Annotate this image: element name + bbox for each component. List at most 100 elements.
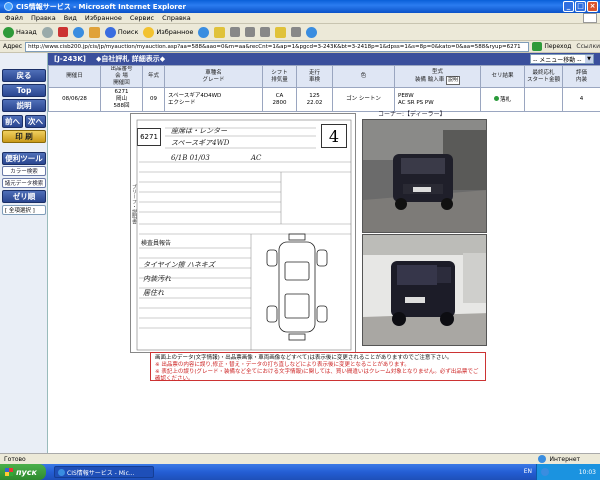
venue: 岡山: [115, 96, 127, 102]
auction-sheet-image[interactable]: 6271 4 座席は・レンター スペースギア4WD 6/1B 01/03 AC …: [130, 113, 356, 353]
chevron-down-icon: ▼: [585, 55, 593, 63]
toolbar: Назад Поиск Избранное: [0, 24, 600, 41]
mail-button[interactable]: [214, 26, 226, 38]
title-bar: CIS情報サービス - Microsoft Internet Explorer …: [0, 0, 600, 13]
menu-favorites[interactable]: Избранное: [85, 14, 122, 22]
start-button[interactable]: пуск: [0, 464, 46, 480]
address-bar: Адрес http://www.cisb200.jp/cis/jp/myauc…: [0, 41, 600, 53]
messenger-button[interactable]: [291, 27, 302, 37]
research-button[interactable]: [306, 26, 318, 38]
go-label: Переход: [544, 43, 572, 50]
notice-line-1: 画面上のデータ(文字情報)・出品票画像・車両画像などすべて)は表示後に変更される…: [155, 355, 453, 361]
forward-button[interactable]: [41, 26, 53, 38]
language-indicator[interactable]: EN: [524, 468, 532, 475]
tools-button[interactable]: 便利ツール: [2, 152, 46, 165]
session: 588回: [113, 103, 130, 109]
cell-type: PE8W AC SR PS PW: [394, 87, 481, 112]
print-button[interactable]: [230, 27, 241, 37]
search-button[interactable]: Поиск: [104, 26, 139, 38]
menu-select-value: -- メニュー移動 --: [533, 56, 582, 64]
status-bar: Готово Интернет: [0, 453, 600, 464]
close-button[interactable]: ×: [587, 1, 598, 12]
vehicle-photo-front-image: [363, 120, 486, 232]
refresh-button[interactable]: [72, 26, 84, 38]
model-name: スペースギア4D4WD: [168, 92, 222, 99]
menu-file[interactable]: Файл: [5, 14, 23, 22]
clock: 10:03: [578, 468, 596, 476]
mileage-value: 125: [309, 92, 320, 99]
page-content: 戻る Top 説明 前へ 次へ 印 刷 便利ツール カラー検索 諸元データ検索 …: [0, 53, 600, 453]
edit-button[interactable]: [245, 27, 256, 37]
lot-table: 開催日 出品番号 会 場 開催回 年式 車種名 グレード シフト 排気量 走行 …: [48, 65, 600, 112]
media-button[interactable]: [198, 26, 210, 38]
search-icon: [104, 26, 116, 38]
minimize-button[interactable]: _: [563, 1, 574, 12]
type-help-button[interactable]: 説明: [446, 75, 461, 85]
header-strip: [J-243K] ◆自社評札 詳細表示◆ -- メニュー移動 -- ▼: [48, 53, 600, 65]
back-label: Назад: [16, 28, 37, 36]
notice-line-2: ※ 出品票の内容に誤り,修正・替え・データの打ち直しなどにより表示後に変更となる…: [155, 362, 410, 368]
col-model: 車種名 グレード: [164, 65, 263, 88]
menu-view[interactable]: Вид: [64, 14, 77, 22]
taskbar: пуск CIS情報サービス - Mic... EN 10:03: [0, 464, 600, 480]
notice-line-3: ※ 表記上の誤り(グレード・装備など全てにおける文字情報)に関しては、買い間違い…: [155, 369, 479, 382]
table-header-row: 開催日 出品番号 会 場 開催回 年式 車種名 グレード シフト 排気量 走行 …: [48, 65, 600, 88]
cell-mileage: 125 22.02: [296, 87, 333, 112]
menu-select-dropdown[interactable]: -- メニュー移動 -- ▼: [530, 54, 594, 64]
favorites-button[interactable]: Избранное: [143, 26, 193, 38]
cell-shift: CA 2800: [262, 87, 297, 112]
go-button[interactable]: Переход: [532, 42, 571, 51]
next-button[interactable]: 次へ: [25, 115, 46, 128]
page-title: ◆自社評札 詳細表示◆: [95, 55, 166, 63]
shift-value: CA: [275, 92, 284, 99]
left-navigation: 戻る Top 説明 前へ 次へ 印 刷 便利ツール カラー検索 諸元データ検索 …: [0, 53, 48, 453]
result-value: 落札: [499, 96, 511, 103]
vehicle-photo-rear-image: [363, 235, 486, 345]
inspection-value: 22.02: [306, 99, 323, 106]
cell-model: スペースギア4D4WD エクシード: [164, 87, 263, 112]
cc-value: 2800: [272, 99, 287, 106]
home-button[interactable]: [88, 26, 100, 38]
menu-edit[interactable]: Правка: [31, 14, 56, 22]
top-page-button[interactable]: Top: [2, 84, 46, 97]
ie-task-icon: [58, 468, 65, 476]
type-value: PE8W: [398, 92, 414, 99]
maximize-button[interactable]: □: [575, 1, 586, 12]
spec-search-button[interactable]: 諸元データ検索: [2, 178, 46, 188]
back-page-button[interactable]: 戻る: [2, 69, 46, 82]
table-row: 08/06/28 6271 岡山 588回 09 スペースギア4D4WD エクシ…: [48, 87, 600, 112]
address-input[interactable]: http://www.cisb200.jp/cis/jp/myauction/m…: [25, 41, 530, 52]
select-dropdown[interactable]: [ 全項選択 ]: [2, 205, 46, 215]
col-color: 色: [332, 65, 395, 88]
vehicle-photo-front[interactable]: [362, 119, 487, 233]
col-shift: シフト 排気量: [262, 65, 297, 88]
print-page-button[interactable]: 印 刷: [2, 130, 46, 143]
window-controls: _ □ ×: [563, 1, 598, 12]
vehicle-photo-rear[interactable]: [362, 234, 487, 346]
stop-button[interactable]: [57, 27, 68, 37]
folder-button[interactable]: [275, 26, 287, 38]
tray-icon[interactable]: [541, 468, 549, 476]
help-page-button[interactable]: 説明: [2, 99, 46, 112]
color-search-button[interactable]: カラー検索: [2, 166, 46, 176]
links-button[interactable]: Ссылки: [576, 43, 600, 50]
discuss-button[interactable]: [260, 27, 271, 37]
sold-dot-icon: [493, 95, 499, 101]
ie-icon: [4, 2, 13, 11]
col-lot: 出品番号 会 場 開催回: [100, 65, 143, 88]
col-mileage: 走行 車検: [296, 65, 333, 88]
taskbar-window-button[interactable]: CIS情報サービス - Mic...: [54, 466, 154, 478]
page-code: [J-243K]: [54, 55, 86, 63]
corner-label: コーナー:【ディーラー】: [378, 111, 446, 118]
search-label: Поиск: [117, 28, 139, 36]
col-year: 年式: [142, 65, 165, 88]
cell-final-bid: [524, 87, 563, 112]
menu-tools[interactable]: Сервис: [130, 14, 154, 22]
address-label: Адрес: [3, 43, 23, 50]
back-button[interactable]: Назад: [3, 26, 37, 38]
back-arrow-icon: [3, 26, 14, 38]
menu-help[interactable]: Справка: [162, 14, 191, 22]
bid-order-button[interactable]: ゼリ順: [2, 190, 46, 203]
prev-button[interactable]: 前へ: [2, 115, 23, 128]
cell-color: ゴン シートン: [332, 87, 395, 112]
